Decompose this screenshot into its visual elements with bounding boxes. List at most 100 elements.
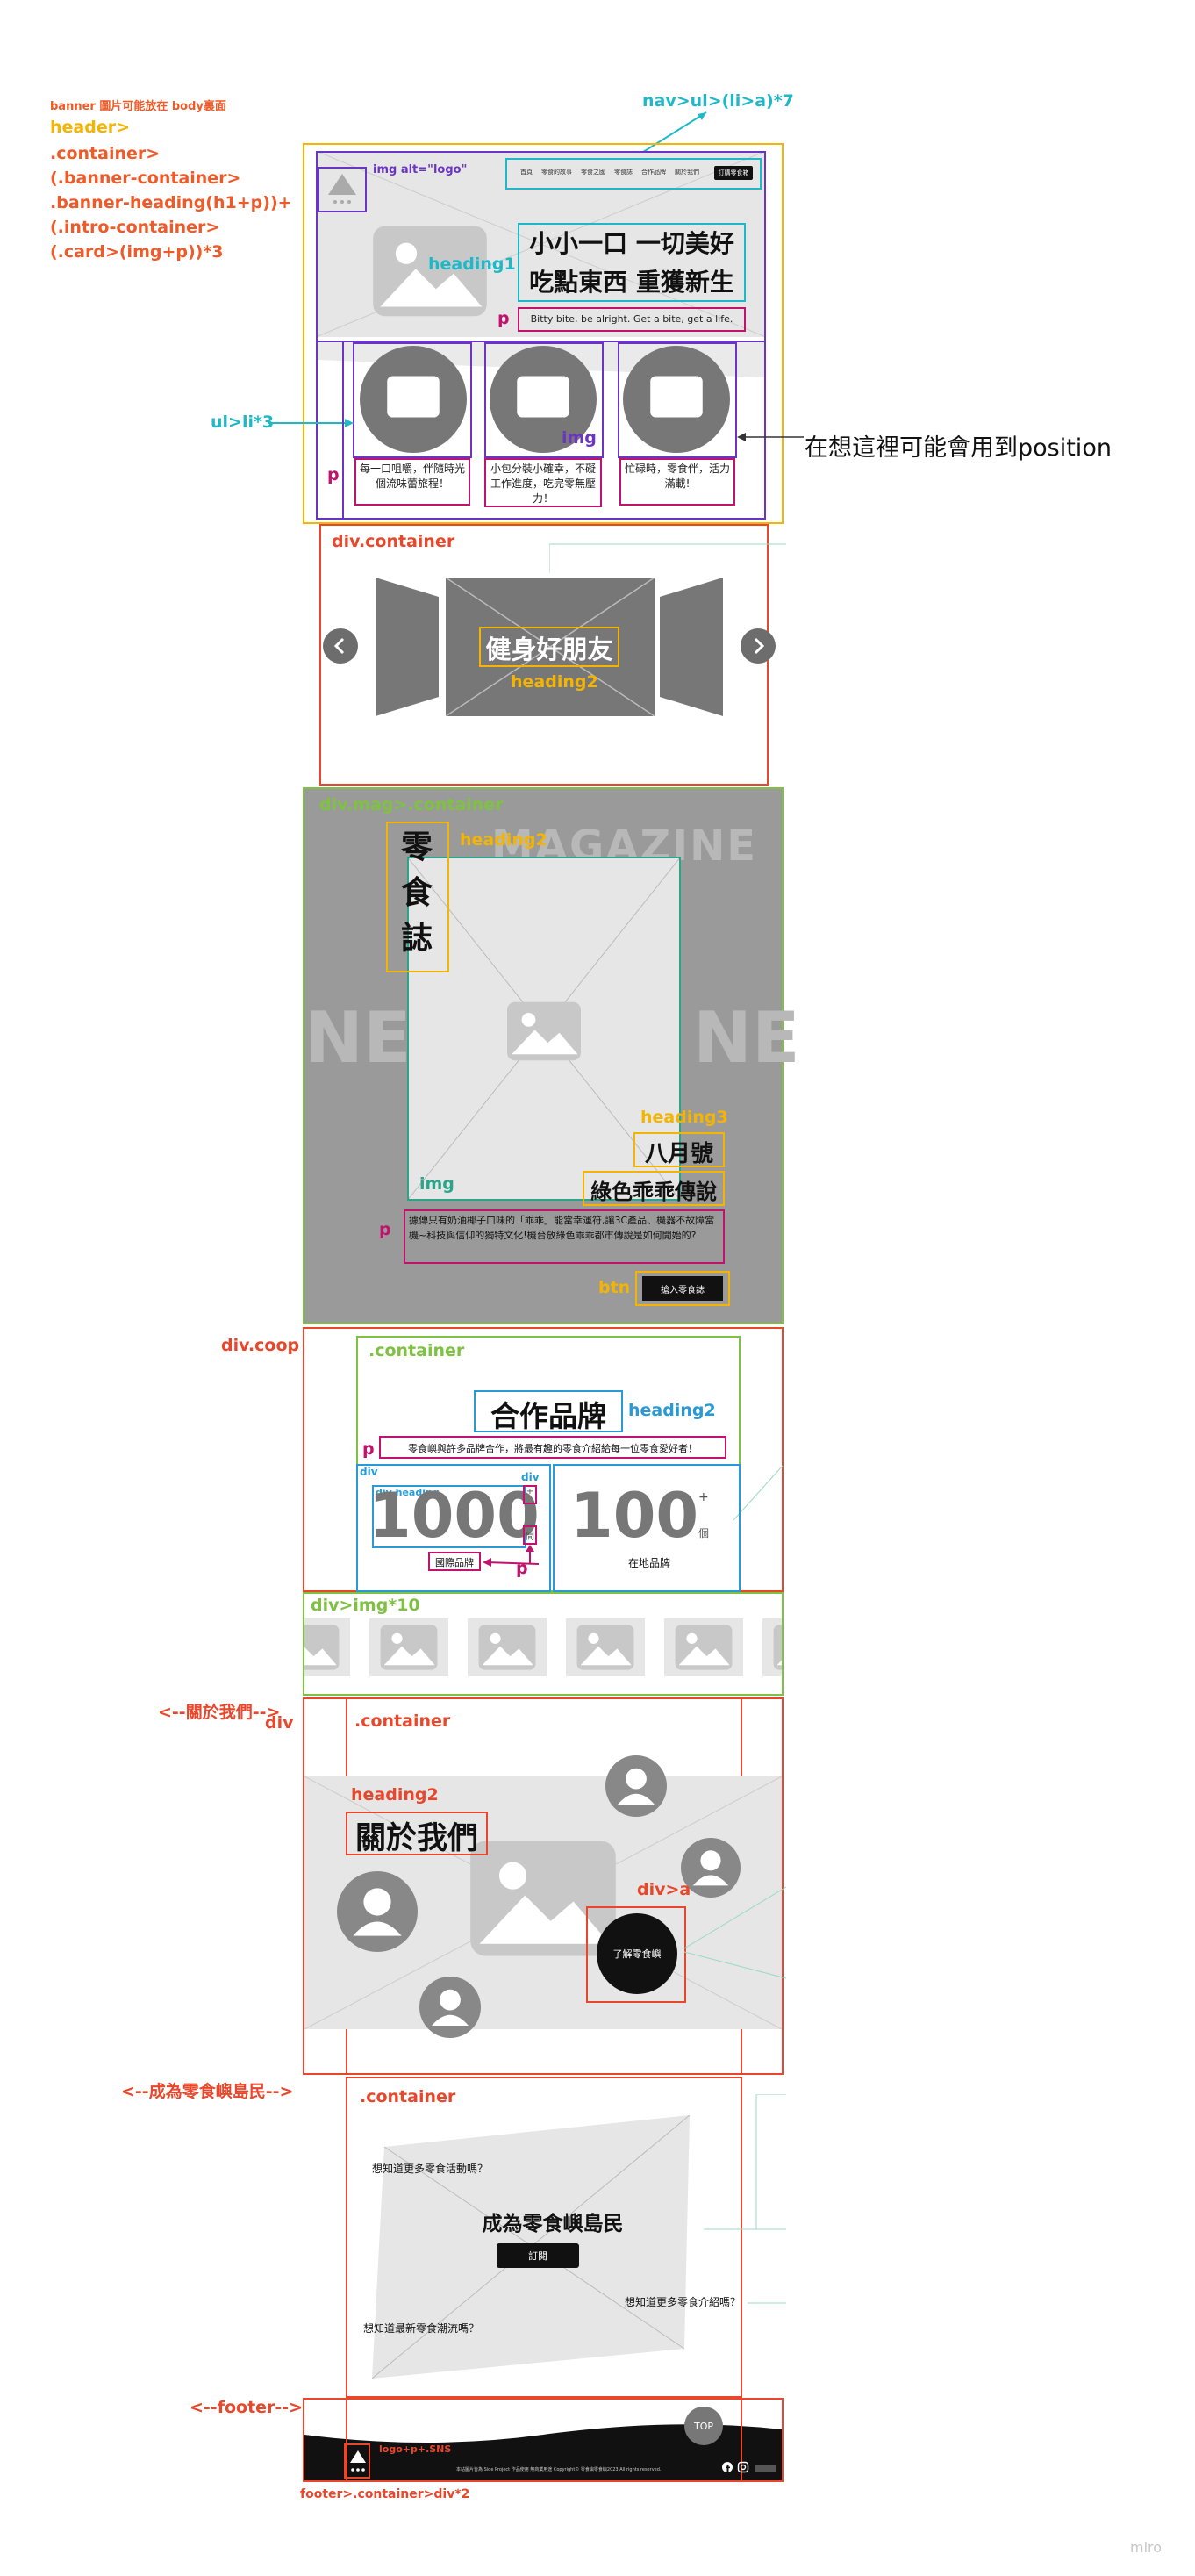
partner-logo [468,1618,547,1676]
heading1-annotation: heading1 [428,255,516,274]
back-to-top-button[interactable]: TOP [684,2407,723,2445]
logo-icon [328,174,356,204]
miro-watermark: miro [1130,2539,1163,2556]
stat1-unit: 間 [526,1532,534,1542]
chevron-left-icon [333,637,345,655]
img-annotation: img [562,428,597,448]
magazine-side-word-right: NE [693,997,800,1079]
magazine-subtitle: 綠色乖乖傳說 [590,1180,717,1204]
nav-link[interactable]: 零食的故事 [541,168,572,176]
div-annotation: div [265,1713,294,1733]
partner-logo [369,1618,448,1676]
partner-logo [566,1618,645,1676]
magazine-desc: 據傳只有奶油椰子口味的「乖乖」能當幸運符,讓3C產品、機器不故障當機~科技與信仰… [409,1215,715,1241]
member-question-3: 想知道最新零食潮流嗎？ [363,2322,480,2335]
nav-link[interactable]: 零食誌 [614,168,633,176]
chevron-right-icon [754,637,765,655]
footer-copyright: 本站圖片皆為 Side Project 作品使用 無商業用途 Copyright… [456,2467,662,2472]
stat1-plus: + [526,1487,534,1496]
avatar-icon [337,1871,418,1952]
nav-list: 首頁 零食的故事 零食之國 零食誌 合作品牌 關於我們 [516,168,704,176]
hero-title-line1: 小小一口 一切美好 [529,229,734,258]
stat2-label: 在地品牌 [627,1557,670,1569]
partner-logo [304,1618,350,1676]
magazine-title: 零食誌 [400,829,433,957]
card-image-icon [386,375,440,419]
about-title: 關於我們 [354,1821,478,1856]
card-text: 小包分裝小確幸，不礙工作進度，吃完零無壓力！ [490,463,596,505]
hero-subtitle: Bitty bite, be alright. Get a bite, get … [530,313,733,325]
member-question-2: 想知道更多零食介紹嗎？ [625,2296,741,2308]
heading2-annotation: heading2 [511,672,598,692]
magazine-side-word-left: NE [304,997,411,1079]
footer-comment: <--footer--> [190,2398,304,2417]
carousel-right-panel [660,578,723,716]
magazine-button[interactable]: 搶入零食誌 [642,1276,723,1301]
header-tree-line: (.banner-container> [50,169,241,188]
heading2-annotation: heading2 [628,1401,716,1420]
container-annotation: .container [360,2087,456,2106]
heading2-annotation: heading2 [351,1785,439,1805]
nav-link[interactable]: 首頁 [520,168,533,176]
img-annotation: img [419,1174,454,1194]
carousel-left-panel [376,578,439,716]
div-a-annotation: div>a [637,1880,691,1899]
partner-logo [664,1618,743,1676]
nav-link[interactable]: 關於我們 [675,168,699,176]
connector-line [684,1886,787,1979]
p-annotation: p [516,1559,528,1578]
member-comment: <--成為零食嶼島民--> [121,2082,294,2101]
logo-sns-annotation: logo+p+.SNS [379,2443,452,2455]
magazine-month: 八月號 [644,1141,713,1167]
coop-desc: 零食嶼與許多品牌合作，將最有趣的零食介紹給每一位零食愛好者！ [408,1443,698,1454]
div-annotation: div [360,1466,378,1478]
footer-tree-annotation: footer>.container>div*2 [300,2487,470,2501]
stat1-label: 國際品牌 [435,1557,474,1568]
partner-logo [762,1618,782,1676]
div-mag-annotation: div.mag>.container [319,795,504,814]
p-annotation: p [362,1439,375,1459]
header-tree-line: .container> [50,144,161,163]
member-title: 成為零食嶼島民 [482,2213,624,2235]
p-annotation: p [497,309,510,328]
card-image-icon [649,375,704,419]
div-img-annotation: div>img*10 [311,1596,420,1615]
hero-title-line2: 吃點東西 重獲新生 [529,268,734,297]
div-coop-annotation: div.coop [221,1336,300,1355]
stat1-number: 1000 [369,1480,540,1552]
header-tree-line: (.intro-container> [50,218,220,237]
logo-strip [304,1617,782,1678]
p-annotation: p [327,465,340,484]
stat2-unit: 個 [698,1527,710,1539]
img-logo-annotation: img alt="logo" [373,163,468,176]
connector-line [704,2094,786,2304]
position-note: 在想這裡可能會用到position [805,434,1112,462]
ul-li-annotation: ul>li*3 [211,413,275,432]
connector-line [733,1465,784,1521]
stat2-number: 100 [570,1480,699,1552]
stat2-plus: + [698,1490,709,1504]
connector-line [549,543,786,573]
instagram-icon[interactable] [737,2461,749,2473]
ul-left-edge [342,342,344,518]
card-image-icon [516,375,570,419]
div-annotation: div [521,1471,540,1483]
header-tree-line: (.card>(img+p))*3 [50,242,224,262]
nav-link[interactable]: 零食之國 [581,168,605,176]
div-container-annotation: div.container [332,532,455,551]
nav-link[interactable]: 合作品牌 [641,168,666,176]
footer-logo-icon [350,2450,366,2472]
subscribe-button[interactable]: 訂閱 [497,2243,579,2268]
label-arrow [483,1558,540,1567]
order-button[interactable]: 訂購零食箱 [714,166,753,180]
about-comment: <--關於我們--> [158,1703,281,1722]
facebook-icon[interactable] [721,2461,733,2473]
avatar-icon [419,1977,481,2038]
carousel-title: 健身好朋友 [485,635,613,664]
about-button[interactable]: 了解零食嶼 [597,1913,677,1994]
banner-note: banner 圖片可能放在 body裏面 [50,100,226,113]
container-annotation: .container [369,1341,465,1360]
heading3-annotation: heading3 [640,1108,728,1127]
sns-placeholder [755,2465,776,2472]
member-question-1: 想知道更多零食活動嗎？ [372,2163,489,2175]
